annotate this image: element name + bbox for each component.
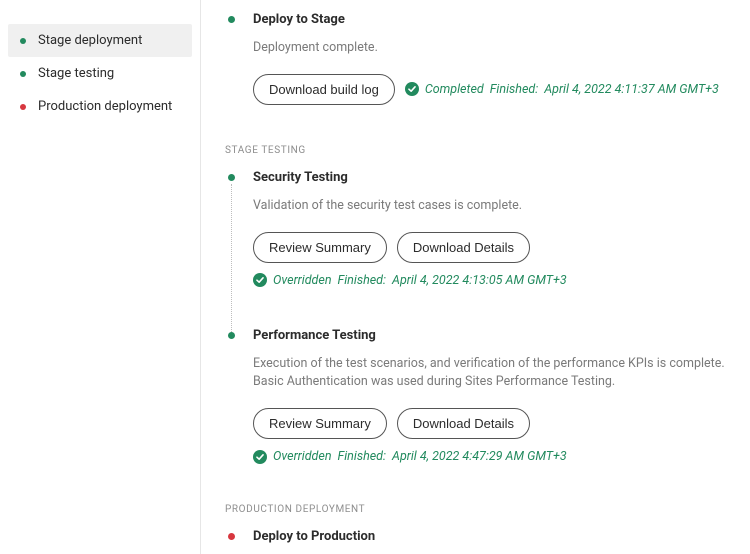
check-circle-icon — [253, 450, 267, 464]
finished-time: April 4, 2022 4:13:05 AM GMT+3 — [392, 273, 567, 288]
check-circle-icon — [405, 82, 419, 96]
status-badge: Completed Finished: April 4, 2022 4:11:3… — [405, 82, 719, 97]
step-desc: Execution of the test scenarios, and ver… — [253, 355, 738, 393]
review-summary-button[interactable]: Review Summary — [253, 408, 387, 439]
step-desc: Deployment complete. — [253, 39, 738, 58]
download-details-button[interactable]: Download Details — [397, 232, 530, 263]
sidebar: Stage deployment Stage testing Productio… — [0, 0, 200, 554]
sidebar-item-stage-deployment[interactable]: Stage deployment — [8, 24, 192, 57]
status-badge: Overridden Finished: April 4, 2022 4:47:… — [253, 449, 567, 464]
step-title: Deploy to Production — [253, 529, 738, 544]
step-deploy-to-stage: Deploy to Stage Deployment complete. Dow… — [225, 12, 738, 105]
step-performance-testing: Performance Testing Execution of the tes… — [225, 328, 738, 465]
finished-prefix: Finished: — [338, 273, 387, 288]
status-dot-icon — [20, 38, 26, 44]
finished-time: April 4, 2022 4:11:37 AM GMT+3 — [544, 82, 719, 97]
step-desc: Validation of the security test cases is… — [253, 197, 738, 216]
section-header-production-deployment: PRODUCTION DEPLOYMENT — [225, 504, 738, 515]
sidebar-item-stage-testing[interactable]: Stage testing — [8, 57, 192, 90]
step-title: Security Testing — [253, 170, 738, 185]
step-title: Deploy to Stage — [253, 12, 738, 27]
check-circle-icon — [253, 273, 267, 287]
status-badge: Overridden Finished: April 4, 2022 4:13:… — [253, 273, 567, 288]
download-build-log-button[interactable]: Download build log — [253, 74, 395, 105]
step-security-testing: Security Testing Validation of the secur… — [225, 170, 738, 288]
status-dot-icon — [20, 71, 26, 77]
step-title: Performance Testing — [253, 328, 738, 343]
status-text: Completed — [425, 82, 484, 97]
review-summary-button[interactable]: Review Summary — [253, 232, 387, 263]
finished-time: April 4, 2022 4:47:29 AM GMT+3 — [392, 449, 567, 464]
status-text: Overridden — [273, 273, 332, 288]
sidebar-item-label: Stage testing — [38, 66, 114, 81]
status-dot-icon — [20, 104, 26, 110]
status-text: Overridden — [273, 449, 332, 464]
sidebar-item-label: Production deployment — [38, 99, 172, 114]
section-header-stage-testing: STAGE TESTING — [225, 145, 738, 156]
finished-prefix: Finished: — [338, 449, 387, 464]
download-details-button[interactable]: Download Details — [397, 408, 530, 439]
main-content: Deploy to Stage Deployment complete. Dow… — [200, 0, 750, 554]
sidebar-item-production-deployment[interactable]: Production deployment — [8, 90, 192, 123]
sidebar-item-label: Stage deployment — [38, 33, 142, 48]
finished-prefix: Finished: — [490, 82, 539, 97]
step-deploy-to-production: Deploy to Production Download build log … — [225, 529, 738, 554]
